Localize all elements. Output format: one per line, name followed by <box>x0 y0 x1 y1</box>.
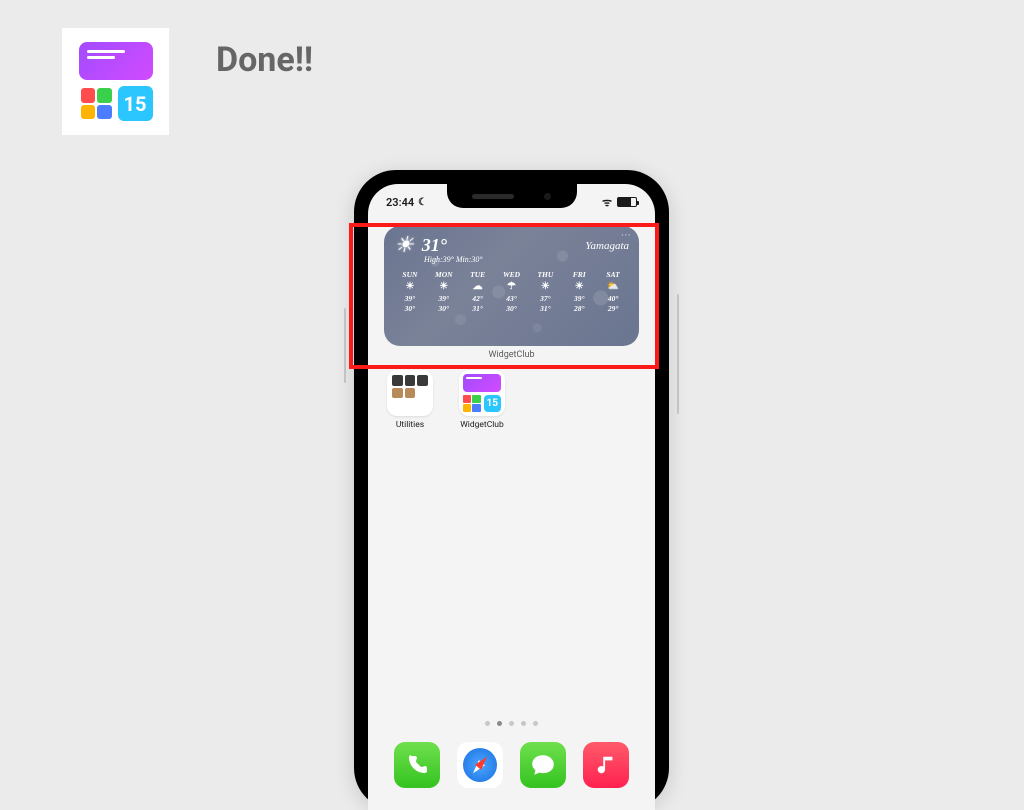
widget-label: WidgetClub <box>368 350 655 360</box>
widgetclub-label: WidgetClub <box>456 420 508 430</box>
widget-banner-icon <box>463 374 501 392</box>
wifi-icon: ᯤ <box>602 195 612 210</box>
weather-hilo: High:39° Min:30° <box>424 255 629 264</box>
forecast-day: SUN☀39°30° <box>394 270 426 314</box>
utilities-label: Utilities <box>384 420 436 430</box>
phone-app[interactable] <box>394 742 440 788</box>
widget-banner-icon <box>79 42 153 80</box>
music-app[interactable] <box>583 742 629 788</box>
forecast-day: THU☀37°31° <box>529 270 561 314</box>
figure-app-icon: 15 <box>62 28 169 135</box>
speaker-icon <box>472 194 514 199</box>
forecast-day: FRI☀39°28° <box>563 270 595 314</box>
widgetclub-app[interactable]: 15 WidgetClub <box>456 370 508 430</box>
dock <box>368 738 655 810</box>
status-time: 23:44 <box>386 196 414 209</box>
phone-screen[interactable]: 23:44 ☾ ᯤ ⋯ ☀ 31° Yamagata High:39° Min:… <box>368 184 655 810</box>
compass-icon <box>463 748 497 782</box>
home-apps: Utilities 15 WidgetClub <box>384 370 508 430</box>
forecast-day: MON☀39°30° <box>428 270 460 314</box>
phone-frame: 23:44 ☾ ᯤ ⋯ ☀ 31° Yamagata High:39° Min:… <box>354 170 669 810</box>
battery-icon <box>617 197 637 207</box>
forecast-day: SAT⛅40°29° <box>597 270 629 314</box>
phone-notch <box>447 184 577 208</box>
page-dot[interactable] <box>497 721 502 726</box>
grid-icon <box>463 395 481 413</box>
phone-side-button-right <box>677 294 679 414</box>
weather-city: Yamagata <box>585 240 629 252</box>
messages-app[interactable] <box>520 742 566 788</box>
page-indicator[interactable] <box>368 721 655 726</box>
safari-app[interactable] <box>457 742 503 788</box>
weather-widget[interactable]: ⋯ ☀ 31° Yamagata High:39° Min:30° SUN☀39… <box>384 226 639 346</box>
phone-side-button-left <box>344 308 346 383</box>
page-dot[interactable] <box>485 721 490 726</box>
calendar-icon: 15 <box>484 395 502 413</box>
page-dot[interactable] <box>509 721 514 726</box>
page-dot[interactable] <box>533 721 538 726</box>
weather-forecast-row: SUN☀39°30°MON☀39°30°TUE☁42°31°WED☂43°30°… <box>394 270 629 314</box>
weather-sun-icon: ☀ <box>394 232 414 258</box>
page-title: Done!! <box>216 40 313 80</box>
forecast-day: WED☂43°30° <box>496 270 528 314</box>
weather-current-temp: 31° <box>422 235 447 256</box>
page-dot[interactable] <box>521 721 526 726</box>
utilities-folder[interactable]: Utilities <box>384 370 436 430</box>
widget-subicons: 15 <box>79 86 153 121</box>
camera-icon <box>544 193 551 200</box>
forecast-day: TUE☁42°31° <box>462 270 494 314</box>
grid-icon <box>79 86 114 121</box>
do-not-disturb-icon: ☾ <box>418 197 427 208</box>
calendar-icon: 15 <box>118 86 153 121</box>
